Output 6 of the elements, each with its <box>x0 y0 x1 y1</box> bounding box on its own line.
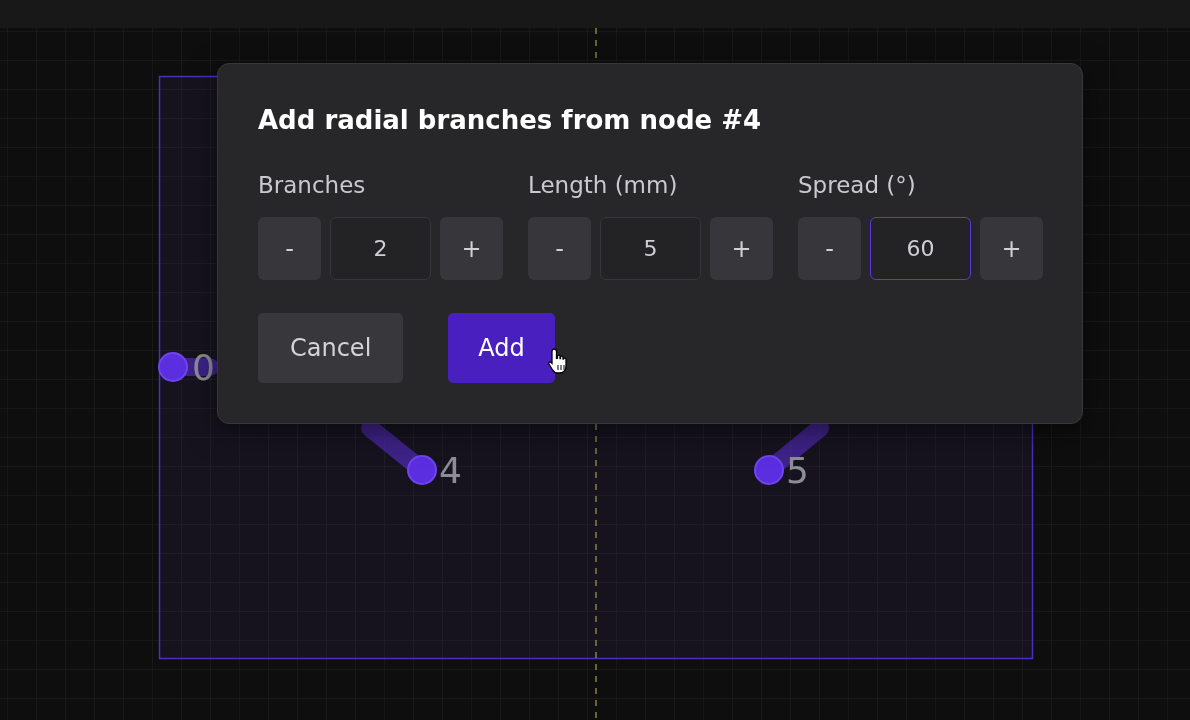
dialog-title: Add radial branches from node #4 <box>258 104 763 137</box>
field-label: Length (mm) <box>528 171 679 200</box>
field-label: Spread (°) <box>798 171 917 200</box>
field-label: Branches <box>258 171 367 200</box>
node-label: 4 <box>439 450 462 491</box>
node-label: 5 <box>786 450 809 491</box>
